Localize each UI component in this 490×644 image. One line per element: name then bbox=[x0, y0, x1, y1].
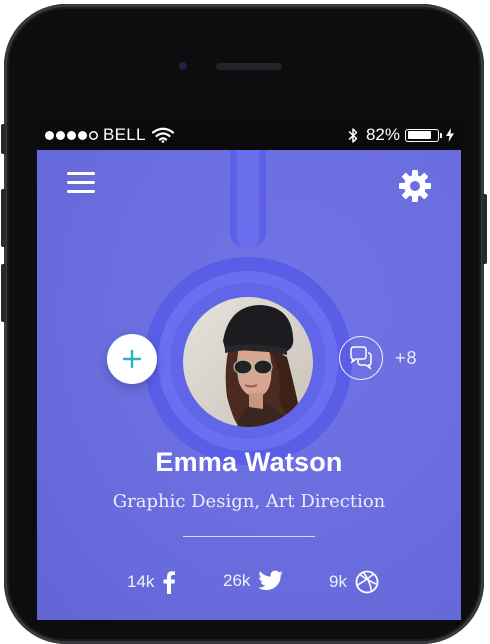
facebook-stat[interactable]: 14k bbox=[127, 570, 176, 594]
profile-hero: +8 Emma Watson Graphic Design, Art Direc… bbox=[37, 150, 461, 620]
profile-role: Graphic Design, Art Direction bbox=[112, 491, 386, 512]
hamburger-menu-icon bbox=[67, 190, 95, 193]
facebook-icon bbox=[163, 571, 176, 594]
front-camera bbox=[177, 60, 189, 72]
divider bbox=[183, 536, 315, 537]
status-right: 82% bbox=[348, 125, 455, 145]
settings-button[interactable] bbox=[397, 168, 433, 204]
power-button bbox=[482, 194, 487, 264]
facebook-count: 14k bbox=[127, 572, 155, 591]
messages-button[interactable] bbox=[339, 336, 383, 380]
signal-dot bbox=[67, 130, 76, 140]
volume-down-button bbox=[1, 264, 6, 322]
twitter-count: 26k bbox=[223, 571, 251, 590]
gear-icon bbox=[399, 170, 431, 202]
menu-button[interactable] bbox=[67, 172, 95, 198]
plus-icon bbox=[122, 349, 142, 369]
signal-dot bbox=[45, 130, 54, 140]
dribbble-count: 9k bbox=[329, 572, 347, 591]
dribbble-stat[interactable]: 9k bbox=[329, 570, 379, 594]
earpiece-speaker bbox=[216, 63, 282, 70]
hamburger-menu-icon bbox=[67, 172, 95, 175]
carrier-name: BELL bbox=[103, 125, 146, 144]
twitter-stat[interactable]: 26k bbox=[223, 570, 284, 592]
signal-dot bbox=[78, 130, 87, 140]
twitter-icon bbox=[258, 570, 284, 590]
message-count: +8 bbox=[395, 348, 418, 368]
mute-switch bbox=[1, 124, 6, 154]
status-bar: BELL 82% bbox=[37, 120, 461, 150]
phone-frame: BELL 82% +8 Emma Watson Graphic Design, … bbox=[1, 4, 487, 644]
add-friend-button[interactable] bbox=[107, 334, 157, 384]
battery-cap bbox=[440, 132, 442, 138]
avatar bbox=[183, 297, 313, 427]
carrier-info: BELL bbox=[45, 125, 174, 145]
app-screen: BELL 82% +8 Emma Watson Graphic Design, … bbox=[37, 120, 461, 620]
profile-name: Emma Watson bbox=[155, 447, 343, 477]
bluetooth-icon bbox=[348, 127, 358, 143]
battery-percent: 82% bbox=[365, 125, 400, 144]
battery-icon bbox=[405, 128, 442, 142]
profile-photo bbox=[183, 297, 313, 427]
signal-dot-empty bbox=[89, 131, 98, 140]
hamburger-menu-icon bbox=[67, 181, 95, 184]
chat-bubbles-icon bbox=[350, 346, 372, 371]
bolt-icon bbox=[446, 128, 454, 142]
volume-up-button bbox=[1, 189, 6, 247]
wifi-icon bbox=[151, 127, 174, 143]
dribbble-icon bbox=[355, 570, 379, 594]
signal-dot bbox=[56, 130, 65, 140]
battery-level bbox=[407, 131, 432, 139]
